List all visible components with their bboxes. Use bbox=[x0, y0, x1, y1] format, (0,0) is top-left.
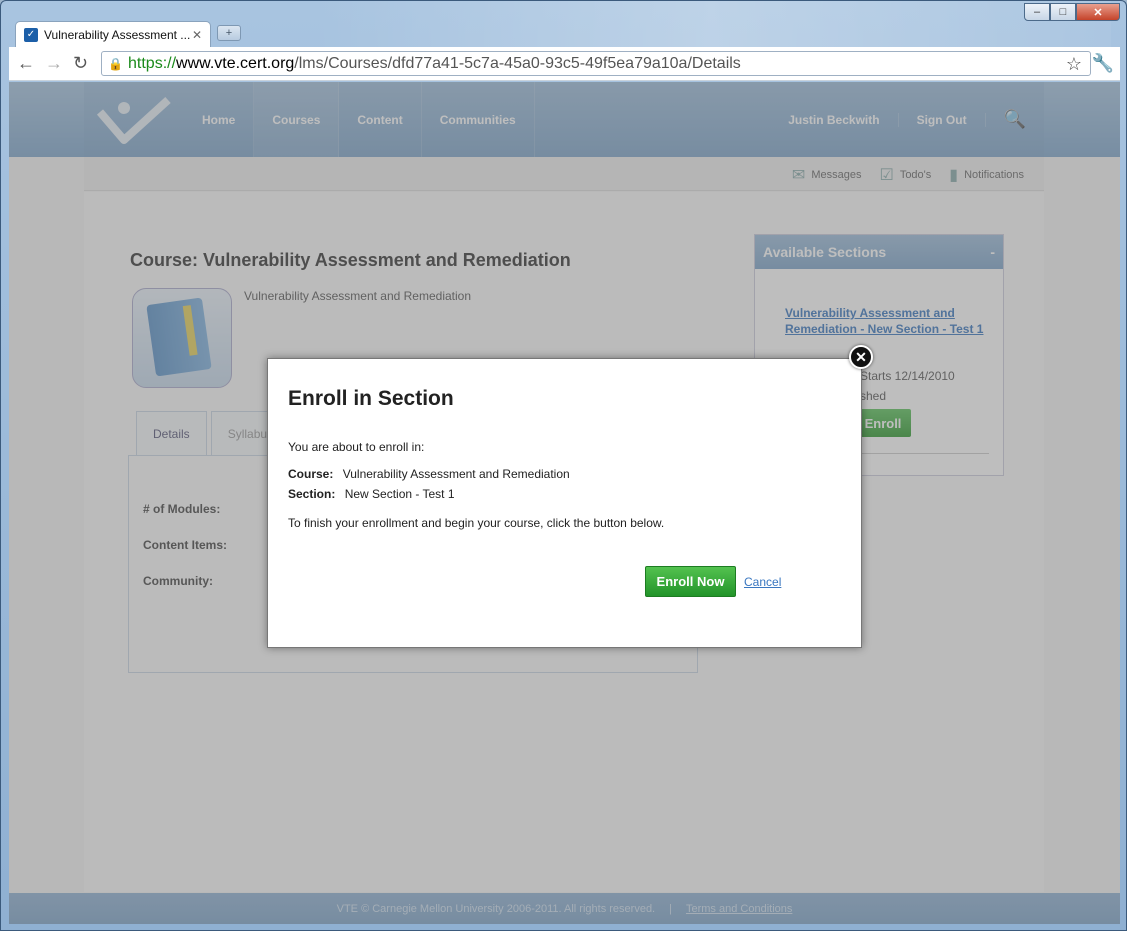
dialog-title: Enroll in Section bbox=[288, 387, 454, 410]
enroll-now-button[interactable]: Enroll Now bbox=[645, 566, 736, 597]
tab-title: Vulnerability Assessment ... bbox=[44, 27, 191, 42]
url-host: www.vte.cert.org bbox=[176, 54, 295, 72]
window-controls: – □ ✕ bbox=[1024, 3, 1120, 21]
reload-icon[interactable]: ↻ bbox=[73, 53, 88, 74]
close-window-button[interactable]: ✕ bbox=[1076, 3, 1120, 21]
section-label: Section: bbox=[288, 487, 336, 501]
course-value: Vulnerability Assessment and Remediation bbox=[342, 467, 570, 481]
close-dialog-icon[interactable]: ✕ bbox=[849, 345, 873, 369]
dialog-intro: You are about to enroll in: bbox=[288, 440, 425, 454]
back-icon[interactable]: ← bbox=[17, 53, 35, 74]
address-bar[interactable]: 🔒 https:// www.vte.cert.org /lms/Courses… bbox=[101, 51, 1091, 76]
url-path: /lms/Courses/dfd77a41-5c7a-45a0-93c5-49f… bbox=[294, 54, 741, 72]
bookmark-star-icon[interactable]: ☆ bbox=[1066, 54, 1082, 75]
url-scheme: https:// bbox=[128, 54, 177, 72]
course-label: Course: bbox=[288, 467, 334, 481]
course-row: Course: Vulnerability Assessment and Rem… bbox=[288, 467, 570, 481]
dialog-finish-text: To finish your enrollment and begin your… bbox=[288, 516, 665, 530]
browser-tab[interactable]: ✓ Vulnerability Assessment ... ✕ bbox=[15, 21, 211, 47]
tab-close-icon[interactable]: ✕ bbox=[192, 28, 202, 42]
section-value: New Section - Test 1 bbox=[344, 487, 455, 501]
forward-icon[interactable]: → bbox=[45, 53, 63, 74]
enroll-dialog: Enroll in Section You are about to enrol… bbox=[267, 358, 862, 648]
browser-toolbar: ← → ↻ 🔒 https:// www.vte.cert.org /lms/C… bbox=[9, 47, 1120, 81]
wrench-icon[interactable]: 🔧 bbox=[1092, 53, 1114, 74]
new-tab-button[interactable]: + bbox=[217, 25, 241, 41]
cancel-link[interactable]: Cancel bbox=[744, 575, 781, 589]
section-row: Section: New Section - Test 1 bbox=[288, 487, 455, 501]
site-favicon-icon: ✓ bbox=[24, 27, 38, 42]
titlebar-decoration bbox=[311, 1, 1111, 47]
minimize-button[interactable]: – bbox=[1024, 3, 1050, 21]
browser-window: – □ ✕ ✓ Vulnerability Assessment ... ✕ +… bbox=[0, 0, 1127, 931]
maximize-button[interactable]: □ bbox=[1050, 3, 1076, 21]
lock-icon: 🔒 bbox=[108, 57, 123, 71]
